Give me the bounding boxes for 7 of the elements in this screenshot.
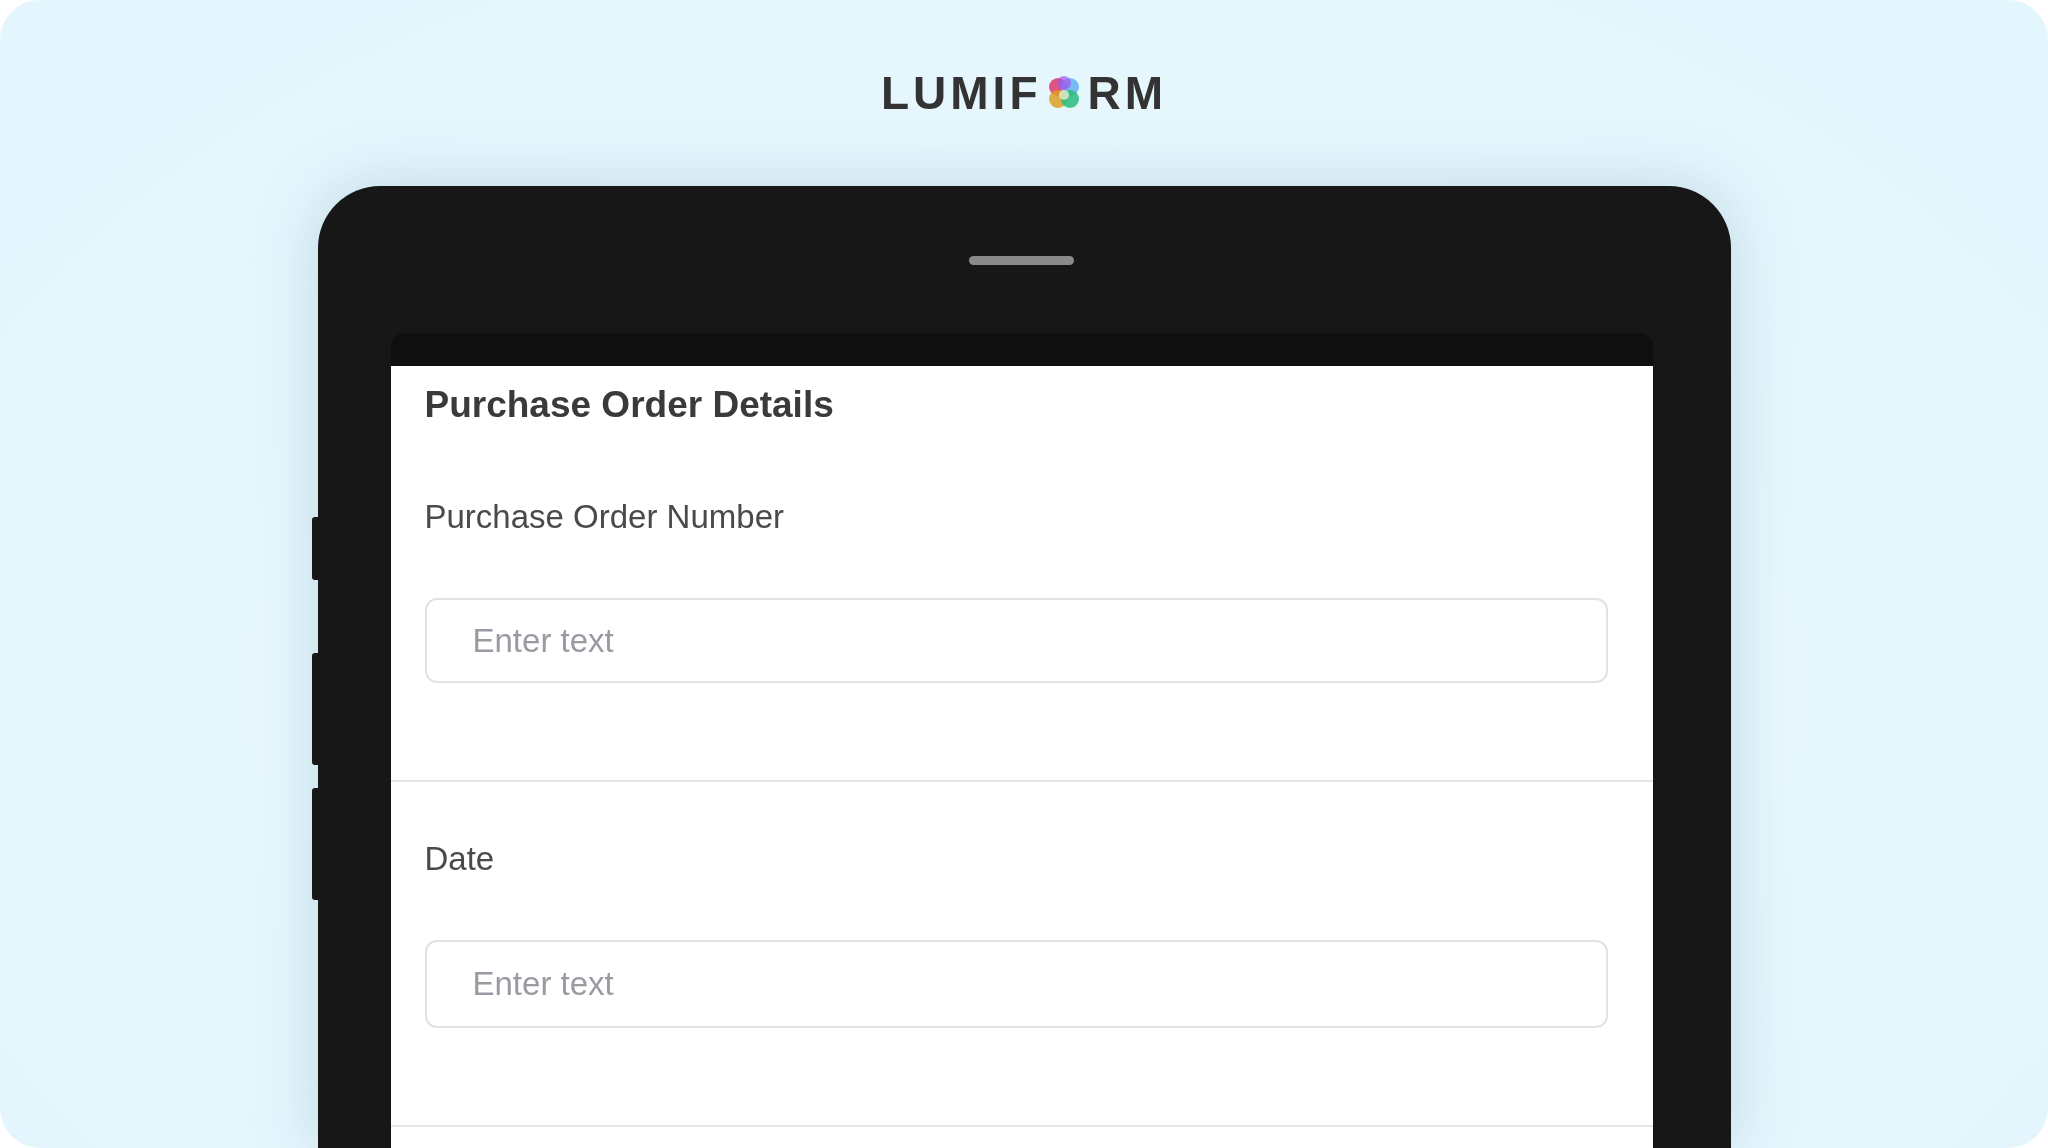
field-label: Date xyxy=(424,839,495,879)
form-title: Purchase Order Details xyxy=(424,385,834,425)
field-label: Purchase Order Number xyxy=(424,497,784,537)
input-field[interactable]: Enter text xyxy=(424,940,1608,1028)
input-field[interactable]: Enter text xyxy=(424,598,1608,683)
logo-text: LUMIF xyxy=(880,69,1042,116)
logo-text: RM xyxy=(1087,69,1168,116)
